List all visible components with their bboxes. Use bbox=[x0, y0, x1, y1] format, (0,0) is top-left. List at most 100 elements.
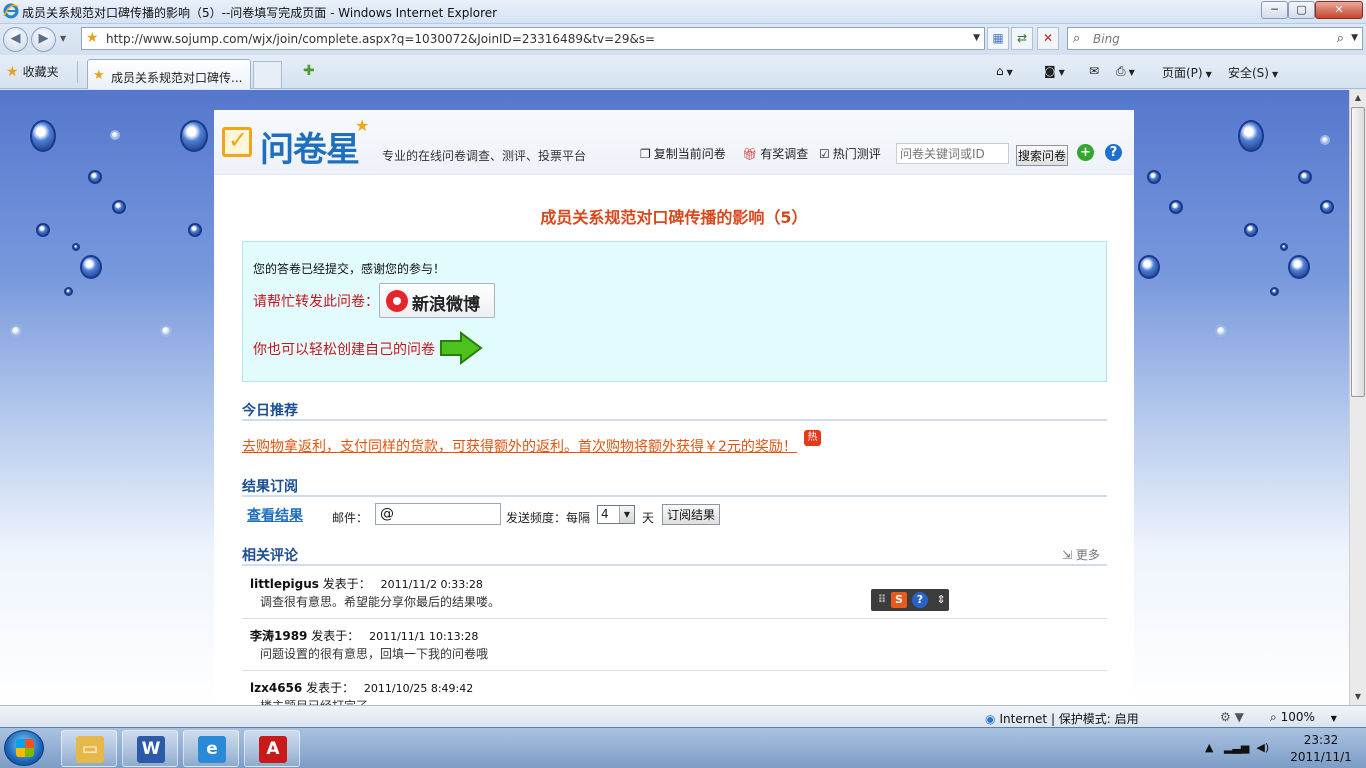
chevron-down-icon: ▼ bbox=[1058, 68, 1065, 77]
rss-icon: ◙ bbox=[1044, 64, 1056, 78]
print-button[interactable]: ⎙ ▼ bbox=[1116, 64, 1135, 79]
email-field[interactable] bbox=[375, 503, 501, 525]
water-drop-decoration bbox=[80, 255, 102, 279]
chevron-down-icon: ▼ bbox=[1205, 70, 1212, 79]
search-go-icon[interactable]: ⌕ bbox=[1337, 31, 1344, 46]
add-to-favorites-bar-icon[interactable]: ✚ bbox=[303, 63, 315, 79]
address-dropdown-icon[interactable]: ▼ bbox=[973, 33, 980, 43]
ime-toolbar[interactable]: ⠿ S ? ⇕ bbox=[871, 589, 949, 611]
reward-survey-link[interactable]: 🎁︎ 有奖调查 bbox=[742, 145, 808, 162]
water-drop-decoration bbox=[110, 130, 120, 140]
water-drop-decoration bbox=[1320, 200, 1334, 214]
refresh-button[interactable]: ⇄ bbox=[1011, 27, 1033, 50]
share-weibo-button[interactable]: 新浪微博 bbox=[379, 283, 495, 318]
taskbar-word-button[interactable]: W bbox=[122, 730, 178, 767]
water-drop-decoration bbox=[88, 170, 102, 184]
volume-icon[interactable]: ◀) bbox=[1256, 741, 1269, 754]
checklist-icon: ☑ bbox=[819, 147, 830, 161]
stop-button[interactable]: ✕ bbox=[1037, 27, 1059, 50]
feeds-button[interactable]: ◙ ▼ bbox=[1044, 64, 1065, 78]
scroll-thumb[interactable] bbox=[1351, 107, 1365, 397]
grip-icon[interactable]: ⠿ bbox=[874, 592, 890, 608]
tab-current-page[interactable]: ★ 成员关系规范对口碑传... bbox=[87, 59, 251, 89]
reward-survey-label: 有奖调查 bbox=[760, 147, 809, 161]
history-dropdown-icon[interactable]: ▼ bbox=[60, 34, 66, 43]
search-survey-button[interactable]: 搜索问卷 bbox=[1016, 145, 1068, 166]
system-clock[interactable]: 23:32 2011/11/1 bbox=[1286, 732, 1356, 766]
frequency-select[interactable]: 4 ▼ bbox=[597, 505, 635, 524]
share-prompt: 请帮忙转发此问卷： bbox=[253, 294, 379, 310]
maximize-button[interactable]: ▢ bbox=[1288, 1, 1315, 19]
forward-button[interactable]: ▶ bbox=[31, 27, 56, 52]
url-text[interactable]: http://www.sojump.com/wjx/join/complete.… bbox=[106, 32, 655, 46]
tab-title: 成员关系规范对口碑传... bbox=[111, 71, 243, 85]
plus-icon[interactable]: + bbox=[1077, 144, 1094, 161]
window-title-bar: 成员关系规范对口碑传播的影响（5）--问卷填写完成页面 - Windows In… bbox=[0, 0, 1366, 24]
network-icon[interactable]: ▂▃▅ bbox=[1224, 741, 1249, 754]
new-tab-button[interactable] bbox=[253, 61, 282, 88]
copy-survey-link[interactable]: ❐ 复制当前问卷 bbox=[640, 145, 726, 162]
water-drop-decoration bbox=[64, 287, 73, 296]
shopping-rebate-link[interactable]: 去购物拿返利，支付同样的货款，可获得额外的返利。首次购物将额外获得￥2元的奖励！ bbox=[242, 436, 797, 456]
address-field[interactable]: ★ http://www.sojump.com/wjx/join/complet… bbox=[81, 27, 985, 50]
taskbar-explorer-button[interactable]: ▭ bbox=[61, 730, 117, 767]
taskbar-ie-button[interactable]: e bbox=[183, 730, 239, 767]
favicon-star-icon: ★ bbox=[86, 30, 99, 46]
create-survey-prompt[interactable]: 你也可以轻松创建自己的问卷 bbox=[253, 339, 435, 359]
chevron-down-icon: ▼ bbox=[1006, 68, 1013, 77]
zoom-icon: ⌕ bbox=[1270, 710, 1277, 724]
search-options-dropdown-icon[interactable]: ▼ bbox=[1351, 33, 1358, 43]
folder-icon: ▭ bbox=[76, 736, 104, 763]
zoom-control[interactable]: ⌕ 100% ▼ bbox=[1270, 710, 1337, 725]
ime-help-icon[interactable]: ? bbox=[912, 592, 928, 608]
subscribe-results-button[interactable]: 订阅结果 bbox=[662, 504, 720, 525]
view-results-link[interactable]: 查看结果 bbox=[247, 505, 303, 525]
mail-button[interactable]: ✉ bbox=[1089, 64, 1099, 78]
survey-title: 成员关系规范对口碑传播的影响（5） bbox=[540, 208, 808, 227]
maximize-icon: ▢ bbox=[1296, 3, 1307, 16]
page-menu[interactable]: 页面(P) ▼ bbox=[1162, 64, 1212, 81]
favorites-button[interactable]: ★ 收藏夹 bbox=[6, 63, 59, 80]
vertical-scrollbar[interactable]: ▲ ▼ bbox=[1349, 90, 1366, 705]
compatibility-view-button[interactable]: ▦ bbox=[987, 27, 1009, 50]
safety-menu[interactable]: 安全(S) ▼ bbox=[1228, 64, 1278, 81]
mail-icon: ✉ bbox=[1089, 64, 1100, 78]
survey-complete-page: 问卷星 ★ 专业的在线问卷调查、测评、投票平台 ❐复制当前问卷 🎁︎有奖调查 ☑… bbox=[214, 110, 1134, 705]
water-drop-decoration bbox=[1288, 255, 1310, 279]
help-icon[interactable]: ? bbox=[1105, 144, 1122, 161]
water-drop-decoration bbox=[112, 200, 126, 214]
popup-blocker-icon[interactable]: ⚙ ▼ bbox=[1220, 710, 1244, 724]
hot-test-link[interactable]: ☑ 热门测评 bbox=[819, 145, 881, 162]
survey-search-input[interactable] bbox=[896, 143, 1009, 164]
site-logo[interactable]: 问卷星 bbox=[260, 122, 360, 171]
ime-menu-icon[interactable]: ⇕ bbox=[933, 592, 949, 608]
chevron-down-icon: ▼ bbox=[1330, 714, 1337, 723]
taskbar-acrobat-button[interactable]: A bbox=[244, 730, 300, 767]
water-drop-decoration bbox=[180, 120, 208, 152]
show-hidden-icons-icon[interactable]: ▲ bbox=[1205, 741, 1213, 754]
sogou-ime-icon[interactable]: S bbox=[891, 592, 907, 608]
water-drop-decoration bbox=[1215, 325, 1227, 337]
hot-test-label: 热门测评 bbox=[832, 147, 881, 161]
window-title: 成员关系规范对口碑传播的影响（5）--问卷填写完成页面 - Windows In… bbox=[22, 6, 498, 20]
comment-author: 李涛1989 bbox=[250, 629, 308, 643]
close-window-button[interactable]: ✕ bbox=[1315, 1, 1363, 19]
system-tray[interactable]: ▲ ▂▃▅ ◀) bbox=[1205, 741, 1269, 754]
page-viewport: 问卷星 ★ 专业的在线问卷调查、测评、投票平台 ❐复制当前问卷 🎁︎有奖调查 ☑… bbox=[0, 90, 1349, 705]
scroll-up-icon[interactable]: ▲ bbox=[1350, 90, 1366, 106]
more-comments-link[interactable]: ⇲ 更多 bbox=[1062, 546, 1100, 563]
water-drop-decoration bbox=[160, 325, 172, 337]
minimize-button[interactable]: ─ bbox=[1261, 1, 1288, 19]
scroll-down-icon[interactable]: ▼ bbox=[1350, 689, 1366, 705]
security-zone[interactable]: ◉ Internet | 保护模式: 启用 bbox=[985, 710, 1139, 727]
favorites-label: 收藏夹 bbox=[22, 65, 59, 79]
search-placeholder[interactable]: Bing bbox=[1093, 32, 1120, 46]
home-button[interactable]: ⌂ ▼ bbox=[996, 64, 1013, 78]
clock-date: 2011/11/1 bbox=[1290, 750, 1352, 764]
chevron-down-icon: ▼ bbox=[1271, 70, 1279, 79]
search-field[interactable]: ⌕ Bing ⌕ ▼ bbox=[1067, 27, 1363, 50]
start-button[interactable] bbox=[4, 730, 44, 766]
back-button[interactable]: ◀ bbox=[3, 27, 28, 52]
green-arrow-icon[interactable] bbox=[439, 331, 483, 365]
thanks-message: 您的答卷已经提交，感谢您的参与！ bbox=[253, 262, 446, 276]
